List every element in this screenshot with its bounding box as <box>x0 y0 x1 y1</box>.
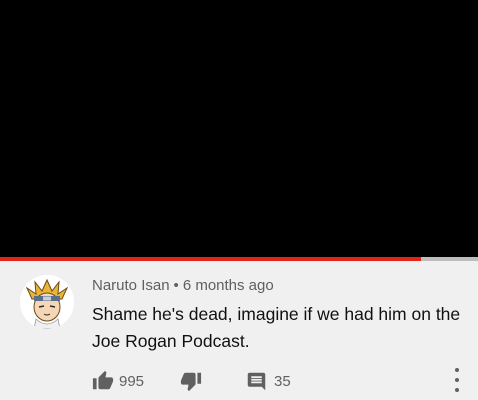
comment-author[interactable]: Naruto Isan <box>92 277 170 294</box>
dislike-button[interactable] <box>180 370 202 392</box>
avatar[interactable] <box>20 275 74 329</box>
like-button[interactable]: 995 <box>92 370 144 392</box>
comment-actions: 995 35 <box>92 369 291 393</box>
comment-meta: Naruto Isan • 6 months ago <box>92 277 274 294</box>
thumbs-down-icon <box>180 372 202 392</box>
reply-button[interactable]: 35 <box>246 371 291 392</box>
reply-icon <box>247 372 266 390</box>
meta-separator: • <box>173 277 179 294</box>
avatar-image <box>20 275 74 329</box>
comment-timestamp: 6 months ago <box>182 277 274 294</box>
more-vert-icon[interactable] <box>453 368 461 392</box>
comment: Naruto Isan • 6 months ago Shame he's dead… <box>0 261 478 400</box>
reply-count: 35 <box>274 372 291 390</box>
thumbs-up-icon <box>92 370 114 390</box>
video-player[interactable] <box>0 0 478 258</box>
comment-text: Shame he's dead, imagine if we had him o… <box>92 304 461 351</box>
like-count: 995 <box>119 372 145 390</box>
